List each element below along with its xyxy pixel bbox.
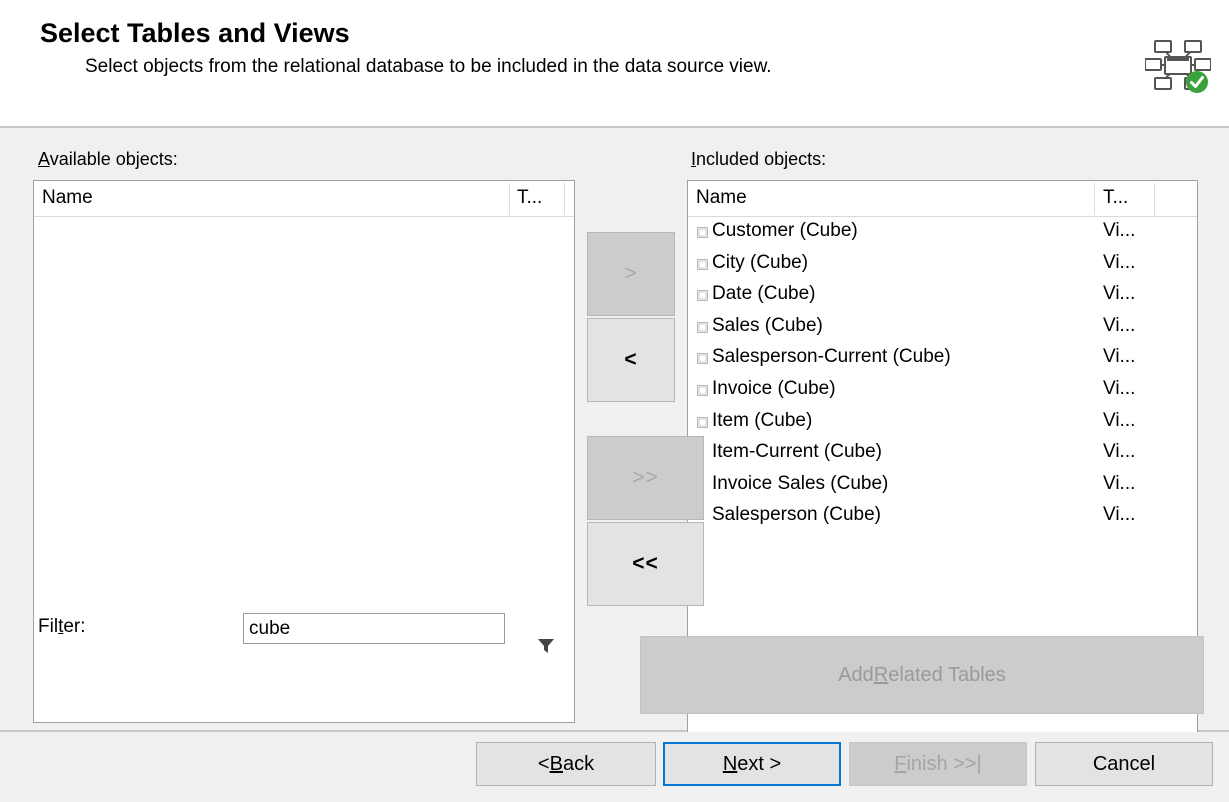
available-list-header: Name T...	[34, 181, 574, 217]
table-row[interactable]: Item (Cube) Vi...	[688, 407, 1197, 439]
add-related-tables-button[interactable]: Add Related Tables	[640, 636, 1204, 714]
move-all-right-button[interactable]: >>	[587, 436, 704, 520]
included-list-header: Name T...	[688, 181, 1197, 217]
add-related-accel: R	[873, 663, 889, 686]
included-label-rest: ncluded objects:	[696, 149, 827, 169]
row-object-name: Date (Cube)	[712, 283, 816, 305]
table-row[interactable]: Salesperson-Current (Cube) Vi...	[688, 343, 1197, 375]
wizard-header: Select Tables and Views Select objects f…	[0, 0, 1229, 128]
finish-accel: F	[894, 752, 907, 775]
data-source-view-diagram-icon	[1144, 36, 1212, 94]
row-object-name: Invoice Sales (Cube)	[712, 472, 889, 494]
row-object-type: Vi...	[1103, 346, 1136, 368]
row-object-type: Vi...	[1103, 314, 1136, 336]
column-divider[interactable]	[1154, 183, 1155, 215]
table-row[interactable]: Customer (Cube) Vi...	[688, 217, 1197, 249]
page-title: Select Tables and Views	[40, 18, 350, 48]
row-object-type: Vi...	[1103, 409, 1136, 431]
add-related-pre: Add	[838, 663, 874, 686]
table-row[interactable]: Item-Current (Cube) Vi...	[688, 438, 1197, 470]
row-object-type: Vi...	[1103, 472, 1136, 494]
row-object-type: Vi...	[1103, 251, 1136, 273]
available-accel: A	[38, 149, 50, 169]
row-object-type: Vi...	[1103, 504, 1136, 526]
cancel-button[interactable]: Cancel	[1035, 742, 1213, 786]
view-object-icon	[697, 353, 708, 365]
column-divider[interactable]	[509, 183, 510, 215]
next-accel: N	[722, 752, 738, 775]
back-post: ack	[562, 752, 595, 775]
row-object-name: Customer (Cube)	[712, 220, 858, 241]
included-col-name-header[interactable]: Name	[696, 187, 747, 209]
row-object-name: Item (Cube)	[712, 409, 813, 431]
view-object-icon	[697, 321, 708, 333]
view-object-icon	[697, 227, 708, 238]
finish-button[interactable]: Finish >>|	[849, 742, 1027, 786]
available-col-type-header[interactable]: T...	[517, 187, 542, 209]
filter-label-pre: Fil	[38, 616, 59, 637]
view-object-icon	[697, 290, 708, 302]
next-button[interactable]: Next >	[663, 742, 841, 786]
table-row[interactable]: City (Cube) Vi...	[688, 249, 1197, 281]
row-object-name: Salesperson-Current (Cube)	[712, 346, 951, 368]
available-col-name-header[interactable]: Name	[42, 187, 93, 209]
included-objects-label: Included objects:	[691, 149, 826, 170]
included-col-type-header[interactable]: T...	[1103, 187, 1128, 209]
view-object-icon	[697, 416, 708, 428]
checkmark-ok-icon	[1186, 71, 1208, 93]
column-divider[interactable]	[564, 183, 565, 215]
available-label-rest: vailable objects:	[49, 149, 178, 169]
finish-post: inish >>|	[906, 752, 982, 775]
back-accel: B	[549, 752, 563, 775]
table-row[interactable]: Invoice (Cube) Vi...	[688, 375, 1197, 407]
row-object-name: City (Cube)	[712, 251, 809, 273]
view-object-icon	[697, 384, 708, 396]
wizard-footer: < Back Next > Finish >>| Cancel	[0, 732, 1229, 802]
row-object-type: Vi...	[1103, 283, 1136, 305]
row-object-name: Invoice (Cube)	[712, 377, 836, 399]
move-all-left-button[interactable]: <<	[587, 522, 704, 606]
cancel-post: Cancel	[1092, 752, 1156, 775]
move-selected-left-button[interactable]: <	[587, 318, 675, 402]
filter-label-post: er:	[63, 616, 86, 637]
view-object-icon	[697, 258, 708, 270]
row-object-name: Salesperson (Cube)	[712, 504, 881, 526]
row-object-type: Vi...	[1103, 377, 1136, 399]
table-row[interactable]: Date (Cube) Vi...	[688, 280, 1197, 312]
row-object-type: Vi...	[1103, 441, 1136, 463]
wizard-body: Available objects: Included objects: Nam…	[0, 128, 1229, 763]
page-subtitle: Select objects from the relational datab…	[85, 56, 772, 77]
next-post: ext >	[737, 752, 782, 775]
back-pre: <	[537, 752, 550, 775]
funnel-filter-icon[interactable]	[537, 638, 555, 654]
filter-label: Filter:	[38, 616, 86, 638]
table-row[interactable]: Salesperson (Cube) Vi...	[688, 501, 1197, 533]
add-related-post: elated Tables	[888, 663, 1006, 686]
row-object-type: Vi...	[1103, 220, 1136, 241]
move-selected-right-button[interactable]: >	[587, 232, 675, 316]
column-divider[interactable]	[1094, 183, 1095, 215]
row-object-name: Item-Current (Cube)	[712, 441, 882, 463]
table-row[interactable]: Sales (Cube) Vi...	[688, 312, 1197, 344]
available-objects-label: Available objects:	[38, 149, 178, 170]
table-row[interactable]: Invoice Sales (Cube) Vi...	[688, 470, 1197, 502]
included-list-body[interactable]: Customer (Cube) Vi... City (Cube) Vi... Date…	[688, 217, 1197, 533]
filter-input[interactable]	[243, 613, 505, 644]
row-object-name: Sales (Cube)	[712, 314, 823, 336]
back-button[interactable]: < Back	[476, 742, 656, 786]
